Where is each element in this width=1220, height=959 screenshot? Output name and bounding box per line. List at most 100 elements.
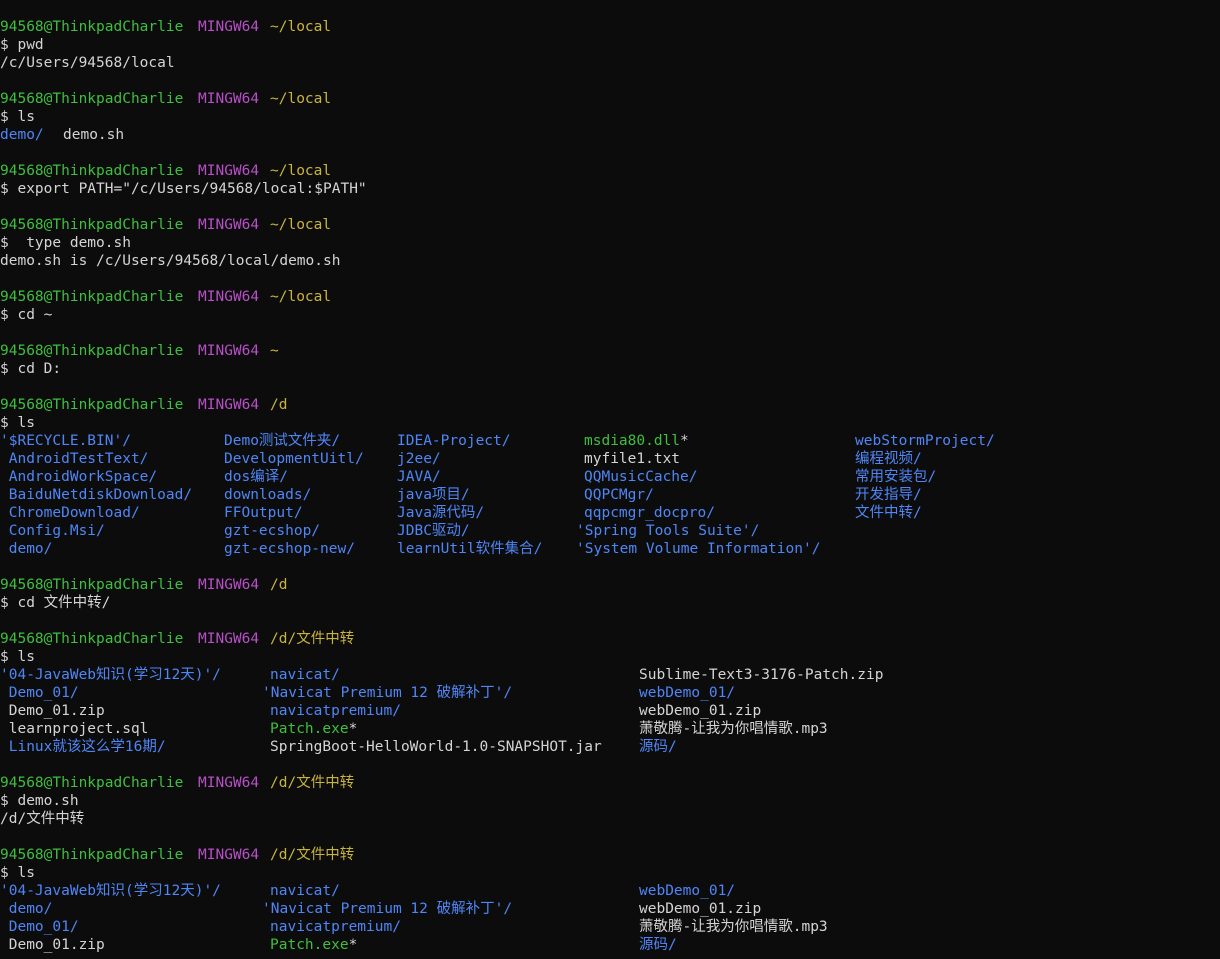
entry-name: Demo_01/ bbox=[0, 685, 79, 701]
directory-entry: 'Spring Tools Suite'/ bbox=[576, 522, 759, 540]
shell-prompt: 94568@ThinkpadCharlie MINGW64 ~/local bbox=[0, 162, 1220, 180]
command-text: $ ls bbox=[0, 415, 35, 431]
prompt-path: ~/local bbox=[270, 217, 332, 233]
entry-name: navicat/ bbox=[270, 883, 340, 899]
entry-name: Sublime-Text3-3176-Patch.zip bbox=[639, 667, 884, 683]
command-line: $ ls bbox=[0, 648, 1220, 666]
output-line: /d/文件中转 bbox=[0, 810, 1220, 828]
prompt-user-host: 94568@ThinkpadCharlie bbox=[0, 631, 184, 647]
executable-marker: * bbox=[680, 433, 689, 449]
prompt-path: ~/local bbox=[270, 163, 332, 179]
directory-entry: demo/ bbox=[0, 900, 53, 918]
prompt-path: ~/local bbox=[270, 19, 332, 35]
directory-entry: Demo_01/ bbox=[0, 918, 79, 936]
entry-name: navicat/ bbox=[270, 667, 340, 683]
entry-name: Demo_01.zip bbox=[0, 937, 105, 953]
directory-entry: 开发指导/ bbox=[855, 486, 922, 504]
directory-entry: gzt-ecshop/ bbox=[224, 522, 320, 540]
ls-row: Linux就该这么学16期/SpringBoot-HelloWorld-1.0-… bbox=[0, 738, 1220, 756]
shell-prompt: 94568@ThinkpadCharlie MINGW64 ~/local bbox=[0, 18, 1220, 36]
prompt-env: MINGW64 bbox=[198, 775, 260, 791]
directory-entry: JAVA/ bbox=[397, 468, 441, 486]
entry-name: Linux就该这么学16期/ bbox=[0, 739, 166, 755]
entry-name: 开发指导/ bbox=[855, 487, 922, 503]
directory-entry: 编程视频/ bbox=[855, 450, 922, 468]
entry-name: 'Navicat Premium 12 破解补丁'/ bbox=[262, 685, 513, 701]
ls-row: Demo_01.zip Patch.exe* 源码/ bbox=[0, 936, 1220, 954]
command-line: $ cd 文件中转/ bbox=[0, 594, 1220, 612]
entry-name: Patch.exe bbox=[270, 721, 349, 737]
prompt-user-host: 94568@ThinkpadCharlie bbox=[0, 217, 184, 233]
entry-name: 萧敬腾-让我为你唱情歌.mp3 bbox=[639, 919, 828, 935]
directory-entry: navicat/ bbox=[270, 666, 340, 684]
executable-entry: Patch.exe* bbox=[270, 720, 357, 738]
file-entry: Sublime-Text3-3176-Patch.zip bbox=[639, 666, 883, 684]
entry-name: learnproject.sql bbox=[0, 721, 149, 737]
command-line: $ pwd bbox=[0, 36, 1220, 54]
file-entry: Demo_01.zip bbox=[0, 702, 105, 720]
ls-row: ChromeDownload/FFOutput/Java源代码/qqpcmgr_… bbox=[0, 504, 1220, 522]
entry-name: FFOutput/ bbox=[224, 505, 303, 521]
shell-prompt: 94568@ThinkpadCharlie MINGW64/d/文件中转 bbox=[0, 630, 1220, 648]
directory-entry: '04-JavaWeb知识(学习12天)'/ bbox=[0, 882, 221, 900]
entry-name: dos编译/ bbox=[224, 469, 288, 485]
shell-prompt: 94568@ThinkpadCharlie MINGW64/d bbox=[0, 576, 1220, 594]
command-text: $ ls bbox=[0, 109, 35, 125]
directory-entry: DevelopmentUitl/ bbox=[224, 450, 364, 468]
file-entry: 萧敬腾-让我为你唱情歌.mp3 bbox=[639, 720, 828, 738]
prompt-env: MINGW64 bbox=[198, 289, 260, 305]
directory-entry: webDemo_01/ bbox=[639, 882, 735, 900]
entry-name: Demo_01.zip bbox=[0, 703, 105, 719]
entry-name: Demo_01/ bbox=[0, 919, 79, 935]
prompt-user-host: 94568@ThinkpadCharlie bbox=[0, 397, 184, 413]
output-text: /c/Users/94568/local bbox=[0, 55, 175, 71]
entry-name: navicatpremium/ bbox=[270, 919, 401, 935]
file-entry: myfile1.txt bbox=[584, 450, 680, 468]
executable-entry: msdia80.dll* bbox=[584, 432, 689, 450]
prompt-env: MINGW64 bbox=[198, 631, 260, 647]
prompt-path: /d/文件中转 bbox=[270, 775, 355, 791]
directory-entry: 'Navicat Premium 12 破解补丁'/ bbox=[262, 900, 512, 918]
prompt-path: /d/文件中转 bbox=[270, 631, 355, 647]
entry-name: QQMusicCache/ bbox=[584, 469, 698, 485]
command-text: $ export PATH="/c/Users/94568/local:$PAT… bbox=[0, 181, 367, 197]
executable-marker: * bbox=[348, 721, 358, 737]
shell-prompt: 94568@ThinkpadCharlie MINGW64 ~/local bbox=[0, 216, 1220, 234]
entry-name: Demo测试文件夹/ bbox=[224, 433, 341, 449]
entry-name: JDBC驱动/ bbox=[397, 523, 470, 539]
directory-entry: navicatpremium/ bbox=[270, 702, 401, 720]
directory-entry: IDEA-Project/ bbox=[397, 432, 511, 450]
entry-name: 源码/ bbox=[639, 739, 677, 755]
entry-name: qqpcmgr_docpro/ bbox=[584, 505, 715, 521]
terminal-output[interactable]: 94568@ThinkpadCharlie MINGW64 ~/local $ pwd… bbox=[0, 18, 1220, 959]
ls-row: AndroidWorkSpace/dos编译/JAVA/QQMusicCache… bbox=[0, 468, 1220, 486]
ls-row: Demo_01/navicatpremium/萧敬腾-让我为你唱情歌.mp3 bbox=[0, 918, 1220, 936]
command-line: $ export PATH="/c/Users/94568/local:$PAT… bbox=[0, 180, 1220, 198]
prompt-user-host: 94568@ThinkpadCharlie bbox=[0, 91, 184, 107]
entry-name: 'Navicat Premium 12 破解补丁'/ bbox=[262, 901, 513, 917]
directory-entry: 'System Volume Information'/ bbox=[576, 540, 820, 558]
directory-entry: Demo_01/ bbox=[0, 684, 79, 702]
directory-entry: BaiduNetdiskDownload/ bbox=[0, 486, 192, 504]
entry-name: JAVA/ bbox=[397, 469, 441, 485]
entry-name: webDemo_01.zip bbox=[639, 901, 762, 917]
command-line: $ cd D: bbox=[0, 360, 1220, 378]
file-entry: webDemo_01.zip bbox=[639, 702, 761, 720]
directory-entry: QQMusicCache/ bbox=[584, 468, 698, 486]
entry-name: AndroidWorkSpace/ bbox=[0, 469, 158, 485]
directory-entry: navicat/ bbox=[270, 882, 340, 900]
entry-name: 常用安装包/ bbox=[855, 469, 937, 485]
prompt-path: /d/文件中转 bbox=[270, 847, 355, 863]
entry-name: webDemo_01/ bbox=[639, 685, 736, 701]
prompt-user-host: 94568@ThinkpadCharlie bbox=[0, 19, 184, 35]
shell-prompt: 94568@ThinkpadCharlie MINGW64 ~/local bbox=[0, 288, 1220, 306]
directory-entry: '04-JavaWeb知识(学习12天)'/ bbox=[0, 666, 221, 684]
output-line: demo.sh is /c/Users/94568/local/demo.sh bbox=[0, 252, 1220, 270]
directory-entry: 源码/ bbox=[639, 738, 677, 756]
entry-name: DevelopmentUitl/ bbox=[224, 451, 364, 467]
